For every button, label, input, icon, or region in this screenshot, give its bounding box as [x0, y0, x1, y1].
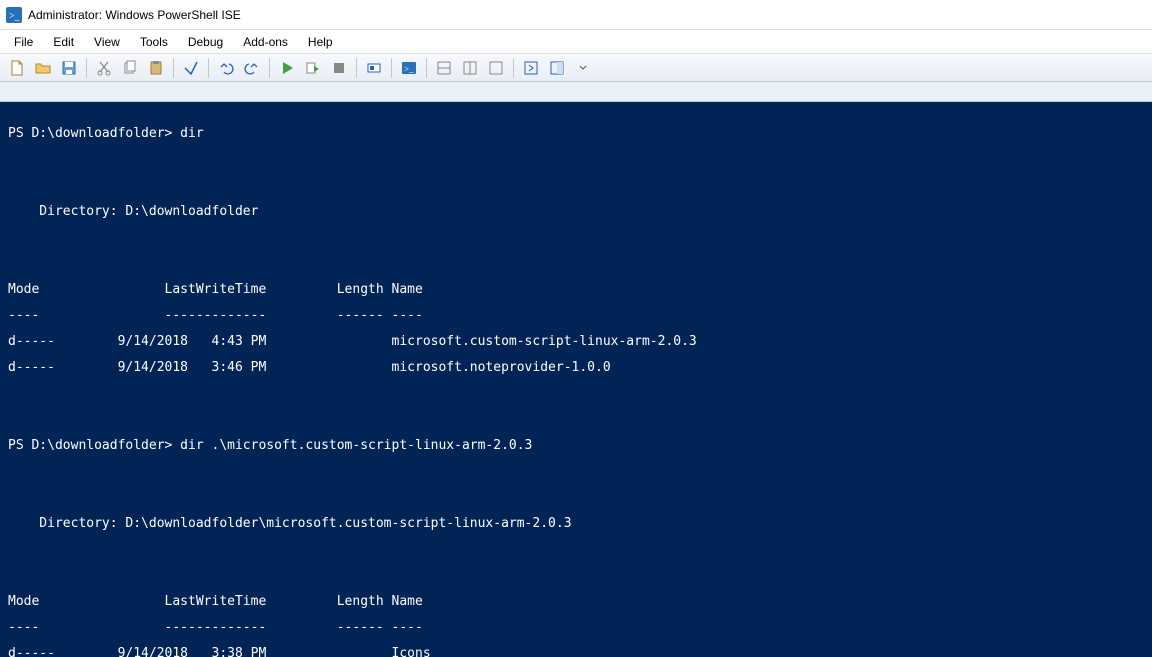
- menu-tools[interactable]: Tools: [130, 32, 178, 52]
- toolbar-separator: [86, 58, 87, 78]
- redo-button[interactable]: [239, 56, 265, 80]
- menu-addons[interactable]: Add-ons: [233, 32, 298, 52]
- paste-button[interactable]: [143, 56, 169, 80]
- toolbar: >_: [0, 54, 1152, 82]
- show-command-pane-button[interactable]: [518, 56, 544, 80]
- menu-view[interactable]: View: [84, 32, 130, 52]
- console-line: [8, 179, 1144, 192]
- start-powershell-button[interactable]: >_: [396, 56, 422, 80]
- app-icon: >_: [6, 7, 22, 23]
- new-file-button[interactable]: [4, 56, 30, 80]
- console-line: [8, 387, 1144, 400]
- toolbar-separator: [426, 58, 427, 78]
- copy-button[interactable]: [117, 56, 143, 80]
- console-line: [8, 491, 1144, 504]
- run-script-button[interactable]: [274, 56, 300, 80]
- svg-text:>_: >_: [9, 11, 21, 22]
- tab-strip: [0, 82, 1152, 102]
- console-line: [8, 257, 1144, 270]
- toolbar-separator: [391, 58, 392, 78]
- menubar: File Edit View Tools Debug Add-ons Help: [0, 30, 1152, 54]
- console-line: Mode LastWriteTime Length Name: [8, 595, 1144, 608]
- toolbar-separator: [356, 58, 357, 78]
- show-script-pane-top-button[interactable]: [431, 56, 457, 80]
- open-file-button[interactable]: [30, 56, 56, 80]
- console-line: [8, 231, 1144, 244]
- menu-edit[interactable]: Edit: [43, 32, 84, 52]
- console-pane[interactable]: PS D:\downloadfolder> dir Directory: D:\…: [0, 102, 1152, 657]
- console-line: Mode LastWriteTime Length Name: [8, 283, 1144, 296]
- toolbar-separator: [513, 58, 514, 78]
- console-line: [8, 569, 1144, 582]
- show-script-pane-right-button[interactable]: [457, 56, 483, 80]
- console-line: ---- ------------- ------ ----: [8, 309, 1144, 322]
- console-line: PS D:\downloadfolder> dir: [8, 127, 1144, 140]
- toolbar-separator: [208, 58, 209, 78]
- console-line: PS D:\downloadfolder> dir .\microsoft.cu…: [8, 439, 1144, 452]
- console-line: [8, 413, 1144, 426]
- console-line: d----- 9/14/2018 3:46 PM microsoft.notep…: [8, 361, 1144, 374]
- show-command-addon-button[interactable]: [544, 56, 570, 80]
- window-title: Administrator: Windows PowerShell ISE: [28, 8, 241, 22]
- toolbar-separator: [269, 58, 270, 78]
- toolbar-dropdown-button[interactable]: [570, 56, 596, 80]
- save-button[interactable]: [56, 56, 82, 80]
- show-script-pane-max-button[interactable]: [483, 56, 509, 80]
- console-line: [8, 465, 1144, 478]
- new-remote-tab-button[interactable]: [361, 56, 387, 80]
- console-line: [8, 543, 1144, 556]
- stop-button[interactable]: [326, 56, 352, 80]
- console-line: Directory: D:\downloadfolder: [8, 205, 1144, 218]
- clear-console-button[interactable]: [178, 56, 204, 80]
- console-line: ---- ------------- ------ ----: [8, 621, 1144, 634]
- console-line: Directory: D:\downloadfolder\microsoft.c…: [8, 517, 1144, 530]
- run-selection-button[interactable]: [300, 56, 326, 80]
- console-line: d----- 9/14/2018 3:38 PM Icons: [8, 647, 1144, 657]
- titlebar: >_ Administrator: Windows PowerShell ISE: [0, 0, 1152, 30]
- console-line: [8, 153, 1144, 166]
- toolbar-separator: [173, 58, 174, 78]
- undo-button[interactable]: [213, 56, 239, 80]
- menu-file[interactable]: File: [4, 32, 43, 52]
- menu-debug[interactable]: Debug: [178, 32, 233, 52]
- console-line: d----- 9/14/2018 4:43 PM microsoft.custo…: [8, 335, 1144, 348]
- svg-text:>_: >_: [404, 64, 414, 74]
- cut-button[interactable]: [91, 56, 117, 80]
- menu-help[interactable]: Help: [298, 32, 343, 52]
